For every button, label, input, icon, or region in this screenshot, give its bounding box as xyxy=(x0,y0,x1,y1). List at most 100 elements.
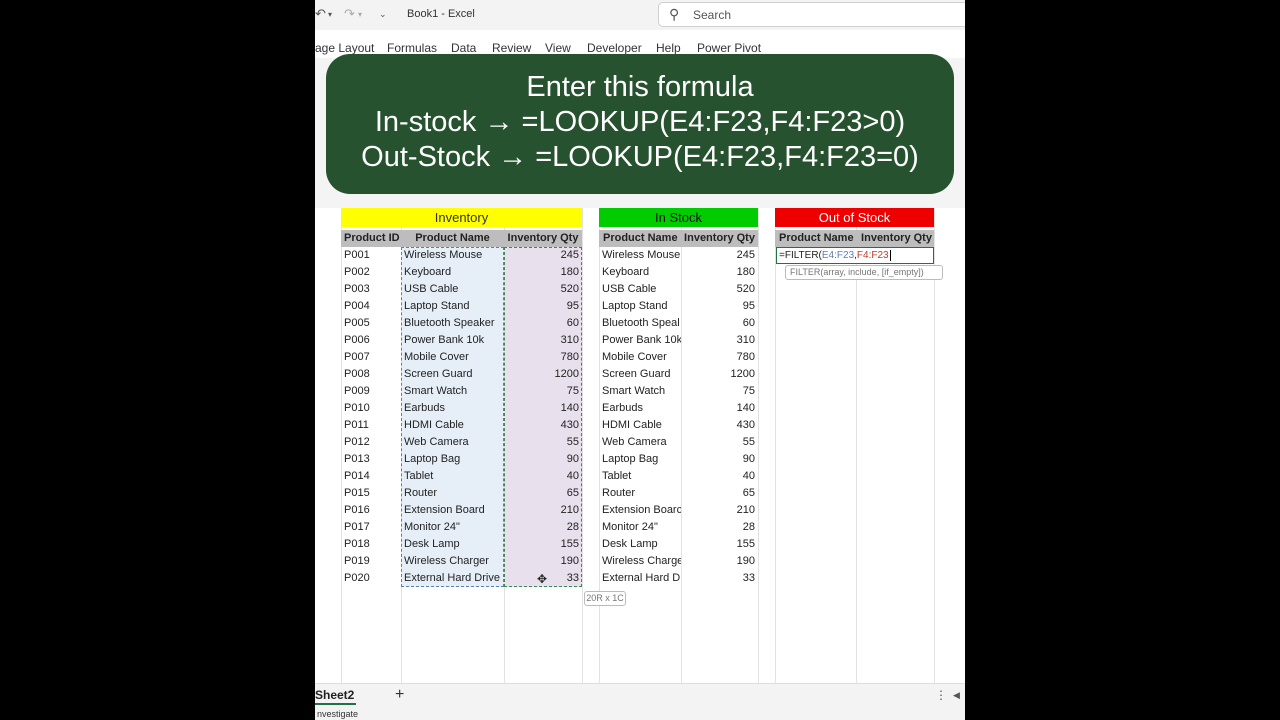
product-name-cell[interactable]: Smart Watch xyxy=(404,383,504,400)
col-inventory-qty[interactable]: Inventory Qty xyxy=(859,230,934,247)
add-sheet-icon[interactable]: + xyxy=(395,686,404,704)
product-name-cell[interactable]: Desk Lamp xyxy=(602,536,681,553)
product-name-cell[interactable]: External Hard Drive xyxy=(404,570,504,587)
product-name-cell[interactable]: USB Cable xyxy=(602,281,681,298)
product-name-cell[interactable]: Mobile Cover xyxy=(602,349,681,366)
product-name-cell[interactable]: Laptop Stand xyxy=(602,298,681,315)
product-name-cell[interactable]: Power Bank 10k xyxy=(602,332,681,349)
product-name-cell[interactable]: Tablet xyxy=(602,468,681,485)
product-name-cell[interactable]: Laptop Stand xyxy=(404,298,504,315)
undo-icon[interactable]: ↶ xyxy=(315,6,326,22)
tab-power-pivot[interactable]: Power Pivot xyxy=(697,41,761,55)
inventory-qty-cell[interactable]: 40 xyxy=(681,468,755,485)
product-id-cell[interactable]: P020 xyxy=(344,570,401,587)
product-name-cell[interactable]: Tablet xyxy=(404,468,504,485)
inventory-qty-cell[interactable]: 55 xyxy=(504,434,579,451)
redo-icon[interactable]: ↷ xyxy=(344,6,355,22)
product-id-cell[interactable]: P007 xyxy=(344,349,401,366)
product-id-cell[interactable]: P010 xyxy=(344,400,401,417)
tab-formulas[interactable]: Formulas xyxy=(387,41,437,55)
more-options-icon[interactable]: ⋮ xyxy=(935,688,947,702)
product-name-cell[interactable]: Monitor 24" xyxy=(404,519,504,536)
inventory-qty-cell[interactable]: 75 xyxy=(504,383,579,400)
product-name-cell[interactable]: Bluetooth Speaker xyxy=(404,315,504,332)
product-name-cell[interactable]: Power Bank 10k xyxy=(404,332,504,349)
product-id-cell[interactable]: P017 xyxy=(344,519,401,536)
tab-developer[interactable]: Developer xyxy=(587,41,642,55)
inventory-qty-cell[interactable]: 75 xyxy=(681,383,755,400)
inventory-qty-cell[interactable]: 60 xyxy=(504,315,579,332)
function-tooltip[interactable]: FILTER(array, include, [if_empty]) xyxy=(785,265,943,280)
inventory-qty-cell[interactable]: 155 xyxy=(681,536,755,553)
product-id-cell[interactable]: P006 xyxy=(344,332,401,349)
out-of-stock-title[interactable]: Out of Stock xyxy=(775,208,934,227)
inventory-qty-cell[interactable]: 210 xyxy=(504,502,579,519)
inventory-qty-cell[interactable]: 155 xyxy=(504,536,579,553)
inventory-qty-cell[interactable]: 180 xyxy=(504,264,579,281)
formula-edit-cell[interactable]: =FILTER(E4:F23,F4:F23 xyxy=(776,247,934,264)
tab-review[interactable]: Review xyxy=(492,41,531,55)
inventory-qty-cell[interactable]: 90 xyxy=(681,451,755,468)
product-id-cell[interactable]: P012 xyxy=(344,434,401,451)
inventory-qty-cell[interactable]: 28 xyxy=(681,519,755,536)
sheet-tab-sheet2[interactable]: Sheet2 xyxy=(315,688,357,705)
product-name-cell[interactable]: Wireless Mouse xyxy=(404,247,504,264)
inventory-qty-cell[interactable]: 245 xyxy=(681,247,755,264)
inventory-qty-cell[interactable]: 210 xyxy=(681,502,755,519)
inventory-qty-cell[interactable]: 40 xyxy=(504,468,579,485)
inventory-qty-cell[interactable]: 190 xyxy=(504,553,579,570)
product-id-cell[interactable]: P004 xyxy=(344,298,401,315)
product-name-cell[interactable]: Desk Lamp xyxy=(404,536,504,553)
scroll-left-icon[interactable]: ◀ xyxy=(953,690,960,701)
product-name-cell[interactable]: Wireless Charger xyxy=(404,553,504,570)
customize-toolbar-icon[interactable]: ⌄ xyxy=(379,9,387,20)
inventory-qty-cell[interactable]: 60 xyxy=(681,315,755,332)
inventory-qty-cell[interactable]: 520 xyxy=(681,281,755,298)
inventory-qty-cell[interactable]: 55 xyxy=(681,434,755,451)
inventory-qty-cell[interactable]: 310 xyxy=(504,332,579,349)
product-name-cell[interactable]: Earbuds xyxy=(404,400,504,417)
inventory-qty-cell[interactable]: 95 xyxy=(504,298,579,315)
product-name-cell[interactable]: Keyboard xyxy=(404,264,504,281)
inventory-qty-cell[interactable]: 520 xyxy=(504,281,579,298)
product-name-cell[interactable]: USB Cable xyxy=(404,281,504,298)
product-name-cell[interactable]: Wireless Charge xyxy=(602,553,681,570)
product-name-cell[interactable]: Laptop Bag xyxy=(404,451,504,468)
tab-page-layout[interactable]: age Layout xyxy=(315,41,374,55)
inventory-qty-cell[interactable]: 65 xyxy=(504,485,579,502)
inventory-qty-cell[interactable]: 1200 xyxy=(681,366,755,383)
inventory-qty-cell[interactable]: 780 xyxy=(681,349,755,366)
inventory-qty-cell[interactable]: 95 xyxy=(681,298,755,315)
product-id-cell[interactable]: P014 xyxy=(344,468,401,485)
product-id-cell[interactable]: P015 xyxy=(344,485,401,502)
search-box[interactable]: ⚲ Search xyxy=(658,2,965,27)
inventory-qty-cell[interactable]: 780 xyxy=(504,349,579,366)
col-inventory-qty[interactable]: Inventory Qty xyxy=(681,230,758,247)
product-id-cell[interactable]: P016 xyxy=(344,502,401,519)
product-name-cell[interactable]: Extension Board xyxy=(404,502,504,519)
undo-dropdown-icon[interactable]: ▾ xyxy=(328,10,332,19)
product-name-cell[interactable]: HDMI Cable xyxy=(404,417,504,434)
product-name-cell[interactable]: Web Camera xyxy=(404,434,504,451)
col-product-name[interactable]: Product Name xyxy=(779,230,859,247)
product-id-cell[interactable]: P011 xyxy=(344,417,401,434)
product-id-cell[interactable]: P018 xyxy=(344,536,401,553)
col-product-name[interactable]: Product Name xyxy=(401,230,504,247)
product-name-cell[interactable]: Router xyxy=(602,485,681,502)
product-id-cell[interactable]: P008 xyxy=(344,366,401,383)
inventory-qty-cell[interactable]: 180 xyxy=(681,264,755,281)
tab-data[interactable]: Data xyxy=(451,41,476,55)
inventory-qty-cell[interactable]: 430 xyxy=(504,417,579,434)
inventory-qty-cell[interactable]: 190 xyxy=(681,553,755,570)
product-name-cell[interactable]: Wireless Mouse xyxy=(602,247,681,264)
inventory-qty-cell[interactable]: 310 xyxy=(681,332,755,349)
inventory-qty-cell[interactable]: 245 xyxy=(504,247,579,264)
product-name-cell[interactable]: Router xyxy=(404,485,504,502)
product-name-cell[interactable]: Keyboard xyxy=(602,264,681,281)
worksheet-grid[interactable]: Inventory Product ID Product Name Invent… xyxy=(315,208,965,683)
col-inventory-qty[interactable]: Inventory Qty xyxy=(504,230,582,247)
tab-view[interactable]: View xyxy=(545,41,571,55)
product-name-cell[interactable]: Extension Boarc xyxy=(602,502,681,519)
tab-help[interactable]: Help xyxy=(656,41,681,55)
inventory-qty-cell[interactable]: 430 xyxy=(681,417,755,434)
